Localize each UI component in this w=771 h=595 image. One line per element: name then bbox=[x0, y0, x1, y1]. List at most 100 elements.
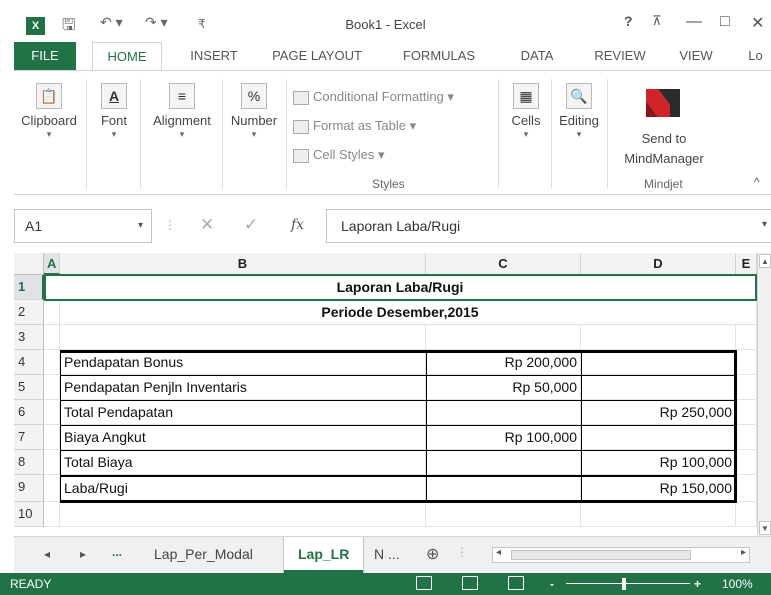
column-header-c[interactable]: C bbox=[426, 253, 581, 275]
sheet-tab-lap-per-modal[interactable]: Lap_Per_Modal bbox=[140, 537, 267, 573]
amount-c-cell[interactable] bbox=[426, 400, 581, 425]
row-label-cell[interactable]: Total Biaya bbox=[60, 450, 426, 475]
sheet-tab-lap-lr[interactable]: Lap_LR bbox=[284, 537, 364, 573]
zoom-out-button[interactable]: - bbox=[550, 573, 554, 595]
row-header[interactable]: 7 bbox=[14, 425, 44, 450]
prev-sheet-icon[interactable]: ◂ bbox=[44, 547, 50, 561]
scrollbar-thumb[interactable] bbox=[511, 550, 691, 560]
name-box[interactable]: A1 ▾ bbox=[14, 209, 152, 243]
send-to-mindmanager-button[interactable]: Send to MindManager bbox=[612, 131, 716, 167]
editing-button[interactable]: 🔍 Editing ▾ bbox=[554, 83, 604, 139]
tab-view[interactable]: VIEW bbox=[670, 42, 722, 70]
chevron-down-icon[interactable]: ▾ bbox=[138, 210, 143, 242]
cell-empty[interactable] bbox=[581, 502, 736, 527]
enter-icon[interactable]: ✓ bbox=[244, 209, 258, 241]
cancel-icon[interactable]: ✕ bbox=[200, 209, 214, 241]
next-sheet-icon[interactable]: ▸ bbox=[80, 547, 86, 561]
insert-function-button[interactable]: fx bbox=[291, 209, 304, 241]
cell-empty[interactable] bbox=[736, 400, 757, 425]
redo-icon[interactable]: ↷ ▾ bbox=[145, 14, 168, 31]
cell-empty[interactable] bbox=[736, 450, 757, 475]
row-header[interactable]: 1 bbox=[14, 275, 44, 300]
clipboard-button[interactable]: 📋 Clipboard ▾ bbox=[14, 83, 84, 139]
tab-data[interactable]: DATA bbox=[508, 42, 566, 70]
tab-formulas[interactable]: FORMULAS bbox=[392, 42, 486, 70]
cell-empty[interactable] bbox=[60, 325, 426, 350]
zoom-level[interactable]: 100% bbox=[722, 573, 753, 595]
report-subtitle-cell[interactable]: Periode Desember,2015 bbox=[44, 300, 757, 325]
amount-d-cell[interactable] bbox=[581, 375, 736, 400]
amount-d-cell[interactable]: Rp 250,000 bbox=[581, 400, 736, 425]
cell-empty[interactable] bbox=[44, 450, 60, 475]
cell-empty[interactable] bbox=[736, 475, 757, 502]
normal-view-icon[interactable] bbox=[416, 576, 432, 590]
cell-empty[interactable] bbox=[44, 425, 60, 450]
cell-empty[interactable] bbox=[44, 325, 60, 350]
cell-empty[interactable] bbox=[44, 400, 60, 425]
amount-c-cell[interactable] bbox=[426, 475, 581, 502]
row-header[interactable]: 10 bbox=[14, 502, 44, 527]
cell-empty[interactable] bbox=[44, 375, 60, 400]
column-header-e[interactable]: E bbox=[736, 253, 757, 275]
save-icon[interactable]: 🖫 bbox=[62, 14, 76, 41]
font-button[interactable]: A Font ▾ bbox=[92, 83, 136, 139]
amount-d-cell[interactable] bbox=[581, 350, 736, 375]
amount-d-cell[interactable]: Rp 150,000 bbox=[581, 475, 736, 502]
scroll-down-icon[interactable]: ▼ bbox=[759, 521, 771, 535]
add-sheet-icon[interactable]: ⊕ bbox=[426, 544, 439, 564]
format-as-table-button[interactable]: Format as Table ▾ bbox=[293, 118, 416, 134]
maximize-button[interactable]: □ bbox=[720, 13, 730, 31]
vertical-scrollbar[interactable]: ▲ ▼ bbox=[757, 253, 771, 536]
cell-empty[interactable] bbox=[736, 325, 757, 350]
alignment-button[interactable]: ≡ Alignment ▾ bbox=[144, 83, 220, 139]
zoom-slider[interactable] bbox=[566, 583, 690, 584]
row-header[interactable]: 8 bbox=[14, 450, 44, 475]
row-header[interactable]: 9 bbox=[14, 475, 44, 502]
tab-home[interactable]: HOME bbox=[92, 42, 162, 71]
column-header-a[interactable]: A bbox=[44, 253, 60, 275]
cell-empty[interactable] bbox=[736, 350, 757, 375]
tab-page-layout[interactable]: PAGE LAYOUT bbox=[262, 42, 372, 70]
row-label-cell[interactable]: Biaya Angkut bbox=[60, 425, 426, 450]
amount-c-cell[interactable] bbox=[426, 450, 581, 475]
conditional-formatting-button[interactable]: Conditional Formatting ▾ bbox=[293, 89, 454, 105]
row-header[interactable]: 6 bbox=[14, 400, 44, 425]
row-label-cell[interactable]: Pendapatan Bonus bbox=[60, 350, 426, 375]
row-header[interactable]: 5 bbox=[14, 375, 44, 400]
amount-c-cell[interactable]: Rp 200,000 bbox=[426, 350, 581, 375]
page-break-preview-icon[interactable] bbox=[508, 576, 524, 590]
cells-button[interactable]: ▦ Cells ▾ bbox=[504, 83, 548, 139]
cell-empty[interactable] bbox=[736, 502, 757, 527]
cell-empty[interactable] bbox=[44, 502, 60, 527]
row-header[interactable]: 4 bbox=[14, 350, 44, 375]
collapse-ribbon-icon[interactable]: ^ bbox=[754, 175, 760, 189]
row-header[interactable]: 3 bbox=[14, 325, 44, 350]
number-button[interactable]: % Number ▾ bbox=[224, 83, 284, 139]
zoom-slider-thumb[interactable] bbox=[622, 578, 626, 590]
cell-empty[interactable] bbox=[581, 325, 736, 350]
more-sheets-left[interactable]: ... bbox=[112, 545, 122, 559]
row-header[interactable]: 2 bbox=[14, 300, 44, 325]
cell-empty[interactable] bbox=[736, 375, 757, 400]
amount-c-cell[interactable]: Rp 100,000 bbox=[426, 425, 581, 450]
row-label-cell[interactable]: Laba/Rugi bbox=[60, 475, 426, 502]
column-header-d[interactable]: D bbox=[581, 253, 736, 275]
amount-d-cell[interactable]: Rp 100,000 bbox=[581, 450, 736, 475]
tab-file[interactable]: FILE bbox=[14, 42, 76, 70]
column-header-b[interactable]: B bbox=[60, 253, 426, 275]
ribbon-display-options-icon[interactable]: ⊼ bbox=[652, 13, 662, 29]
horizontal-scrollbar[interactable]: ◂ ▸ bbox=[492, 547, 750, 563]
worksheet-grid[interactable]: A B C D E 1 2 3 4 5 6 7 8 9 10 Laporan L… bbox=[14, 253, 757, 536]
row-label-cell[interactable]: Pendapatan Penjln Inventaris bbox=[60, 375, 426, 400]
cell-empty[interactable] bbox=[44, 475, 60, 502]
zoom-in-button[interactable]: + bbox=[694, 573, 701, 595]
expand-formula-bar-icon[interactable]: ▾ bbox=[762, 209, 767, 241]
cell-empty[interactable] bbox=[426, 502, 581, 527]
cell-empty[interactable] bbox=[60, 502, 426, 527]
page-layout-view-icon[interactable] bbox=[462, 576, 478, 590]
sheet-tab-more[interactable]: N ... bbox=[366, 537, 408, 573]
close-button[interactable]: ✕ bbox=[751, 13, 764, 33]
cell-empty[interactable] bbox=[736, 425, 757, 450]
customize-qat-icon[interactable]: ₹ bbox=[198, 17, 206, 31]
formula-input[interactable]: Laporan Laba/Rugi bbox=[326, 209, 771, 243]
